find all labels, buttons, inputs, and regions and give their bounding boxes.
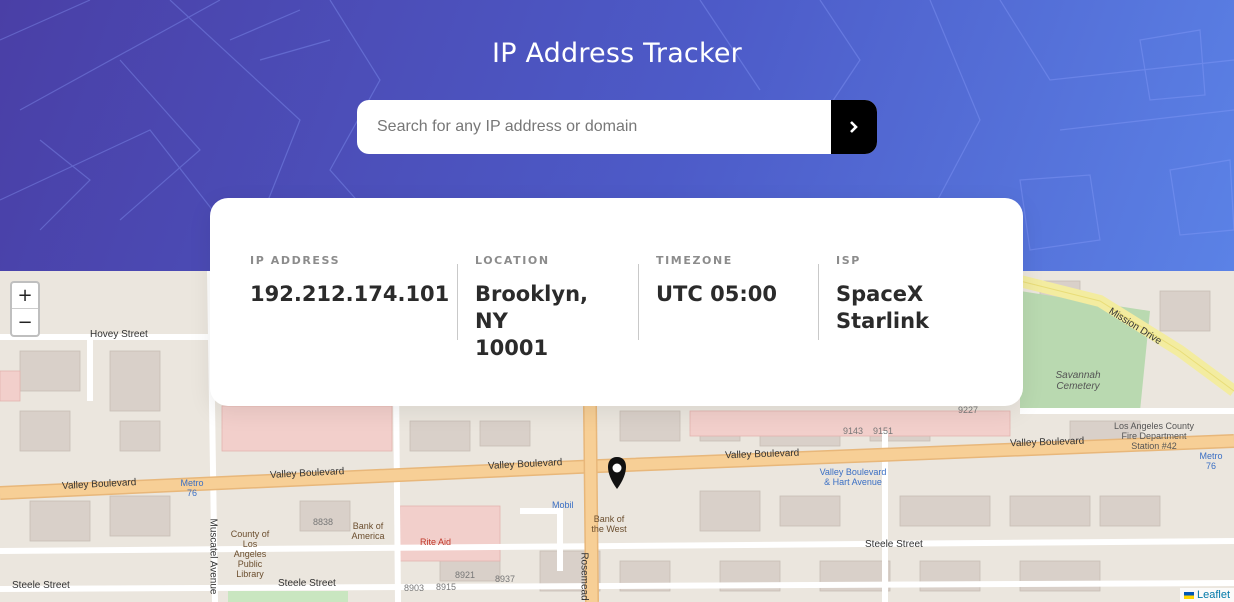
isp-value-line1: SpaceX — [836, 282, 924, 306]
zoom-in-button[interactable]: + — [12, 283, 38, 309]
location-section: Location Brooklyn, NY 10001 — [457, 254, 638, 406]
isp-value-line2: Starlink — [836, 309, 930, 333]
location-value-line2: 10001 — [475, 336, 549, 360]
isp-label: ISP — [836, 254, 861, 267]
location-value-line1: Brooklyn, NY — [475, 282, 588, 333]
location-label: Location — [475, 254, 550, 267]
search-button[interactable] — [831, 100, 877, 154]
timezone-label: Timezone — [656, 254, 733, 267]
isp-section: ISP SpaceX Starlink — [818, 254, 988, 406]
zoom-out-button[interactable]: − — [12, 309, 38, 335]
ip-info-card: IP Address 192.212.174.101 Location Broo… — [210, 198, 1023, 406]
search-bar — [357, 100, 877, 154]
timezone-value: UTC 05:00 — [656, 282, 777, 306]
leaflet-link[interactable]: Leaflet — [1197, 589, 1230, 601]
ip-address-label: IP Address — [250, 254, 341, 267]
page-title: IP Address Tracker — [492, 38, 742, 69]
zoom-control: + − — [10, 281, 40, 337]
ip-address-value: 192.212.174.101 — [250, 282, 450, 306]
chevron-right-icon — [850, 121, 858, 133]
ip-address-section: IP Address 192.212.174.101 — [250, 254, 457, 406]
timezone-section: Timezone UTC 05:00 — [638, 254, 818, 406]
ukraine-flag-icon — [1183, 591, 1194, 599]
map-attribution[interactable]: Leaflet — [1179, 588, 1234, 602]
search-input[interactable] — [357, 100, 831, 154]
